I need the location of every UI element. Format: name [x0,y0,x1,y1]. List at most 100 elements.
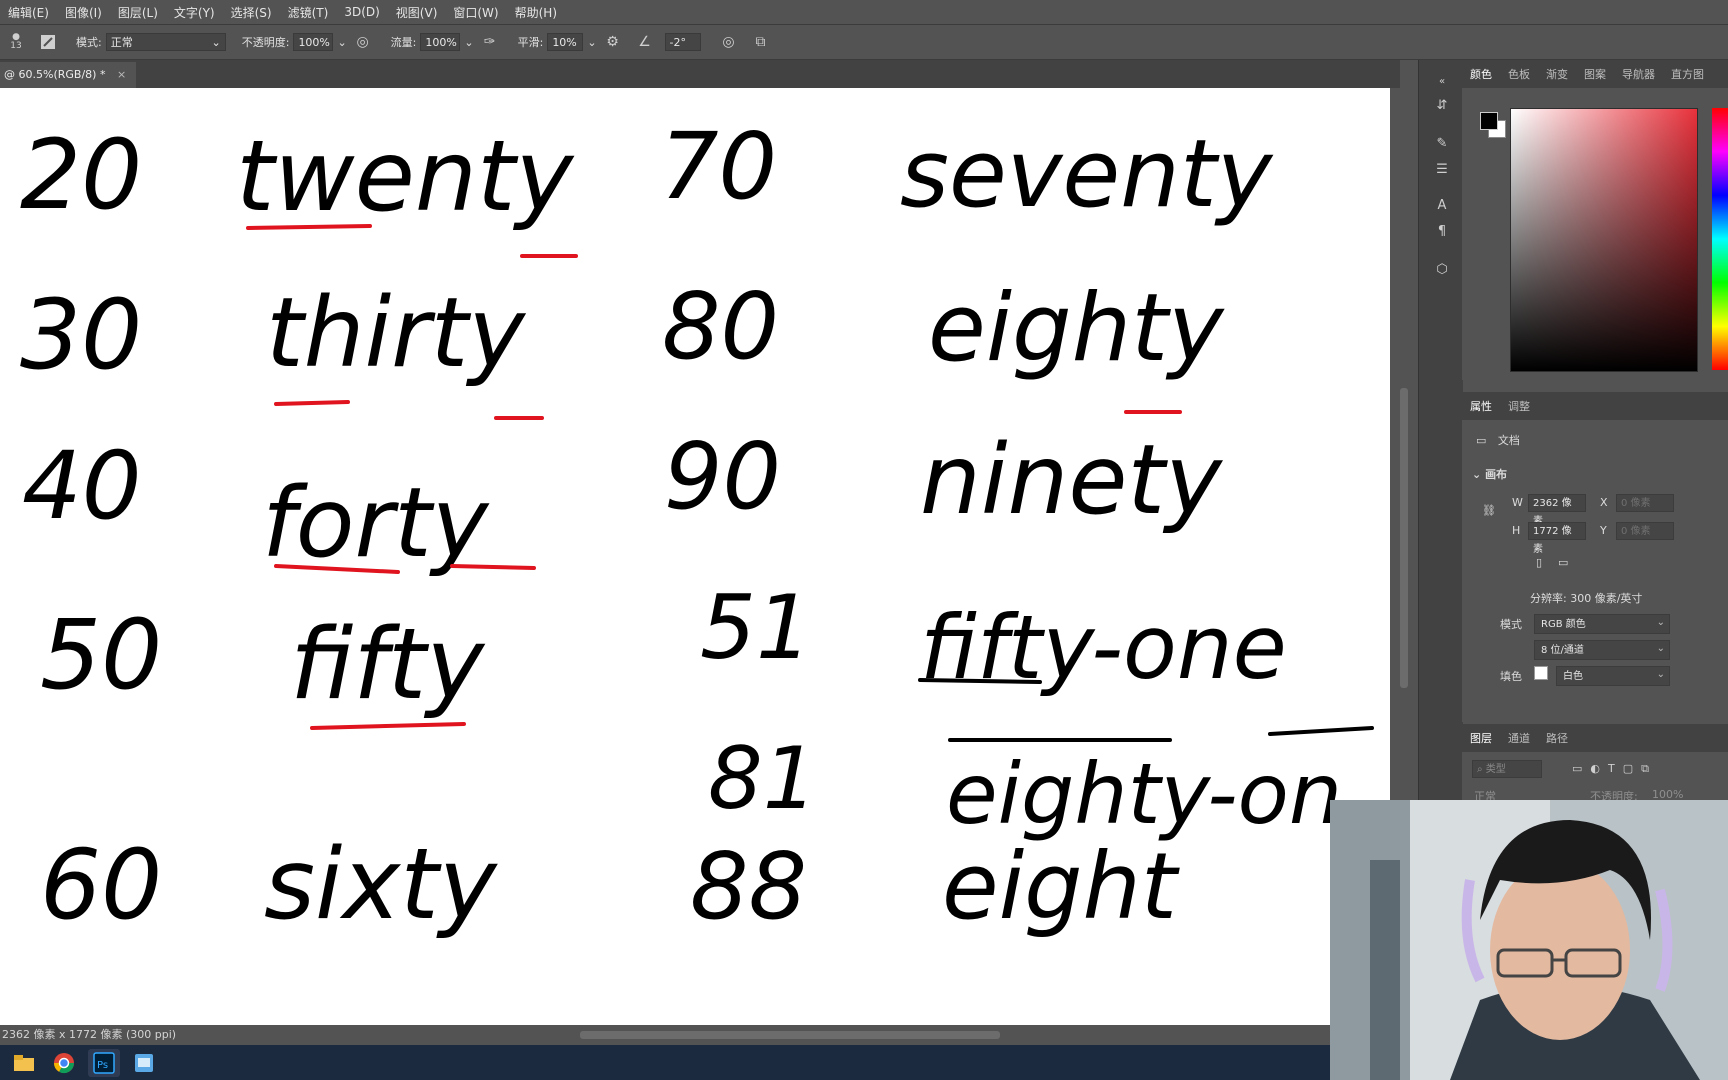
close-icon[interactable]: × [117,68,126,81]
fill-swatch[interactable] [1534,666,1548,680]
angle-input[interactable]: -2° [664,33,701,51]
options-bar: ● 13 模式: 正常 ⌄ 不透明度: 100% ⌄ ◎ 流量: 100% ⌄ … [0,25,1728,60]
height-label: H [1512,524,1521,537]
resolution-text: 分辨率: 300 像素/英寸 [1530,592,1643,605]
character-icon[interactable]: A [1431,194,1453,216]
tab-layers[interactable]: 图层 [1462,730,1500,746]
flow-input[interactable]: 100% [420,33,461,51]
canvas[interactable]: 20 twenty 70 seventy 30 thirty 80 eighty… [0,88,1390,1025]
history-icon[interactable]: ⇵ [1431,94,1453,116]
y-input[interactable]: 0 像素 [1616,522,1674,540]
canvas-area[interactable]: 20 twenty 70 seventy 30 thirty 80 eighty… [0,88,1390,1025]
mode-select[interactable]: 正常 ⌄ [105,33,226,51]
layer-filter-search[interactable]: ⌕ 类型 [1472,760,1542,778]
photoshop-icon[interactable]: Ps [88,1048,120,1077]
hw-word-ninety: ninety [920,424,1223,536]
smoothing-input[interactable]: 10% [547,33,584,51]
tab-navigator[interactable]: 导航器 [1614,66,1663,82]
app-icon[interactable] [128,1049,160,1077]
tab-adjustments[interactable]: 调整 [1500,398,1538,414]
collapse-panels-icon[interactable]: « [1431,70,1453,92]
tab-histogram[interactable]: 直方图 [1663,66,1712,82]
menu-view[interactable]: 视图(V) [388,4,446,21]
hw-word-eight: eight [942,833,1180,940]
document-info: 2362 像素 x 1772 像素 (300 ppi) [2,1028,177,1041]
menu-edit[interactable]: 编辑(E) [0,4,57,21]
adjust-sliders-icon[interactable]: ☰ [1431,158,1453,180]
airbrush-icon[interactable]: ✑ [480,32,500,52]
document-tab-bar: @ 60.5%(RGB/8) * × [0,60,1400,88]
foreground-color-swatch[interactable] [1480,112,1498,130]
opacity-label: 不透明度: [241,36,290,49]
tab-gradients[interactable]: 渐变 [1538,66,1576,82]
handwriting-layer: 20 twenty 70 seventy 30 thirty 80 eighty… [20,113,1374,942]
tab-color[interactable]: 颜色 [1462,66,1500,82]
windows-taskbar: Ps [0,1045,1330,1080]
document-row: ▭ 文档 [1476,432,1520,448]
chrome-icon[interactable] [48,1049,80,1077]
hw-num-20: 20 [20,119,142,231]
document-tab[interactable]: @ 60.5%(RGB/8) * × [0,62,137,88]
horizontal-scroll-thumb[interactable] [580,1031,1000,1039]
landscape-orientation-icon[interactable]: ▭ [1558,556,1568,569]
menu-select[interactable]: 选择(S) [223,4,280,21]
hw-word-eighty: eighty [928,274,1225,383]
menu-window[interactable]: 窗口(W) [445,4,506,21]
webcam-person-image [1330,800,1728,1080]
tab-patterns[interactable]: 图案 [1576,66,1614,82]
hw-word-forty: forty [262,467,490,579]
hw-num-40: 40 [22,432,142,541]
fill-select[interactable]: 白色 [1556,665,1670,686]
gear-icon[interactable]: ⚙ [603,32,623,52]
hw-word-seventy: seventy [900,120,1274,229]
tab-paths[interactable]: 路径 [1538,730,1576,746]
chevron-down-icon[interactable]: ⌄ [587,36,596,49]
document-title: @ 60.5%(RGB/8) * [4,68,106,81]
brush-panel-icon[interactable]: ✎ [1431,132,1453,154]
portrait-orientation-icon[interactable]: ▯ [1536,556,1542,569]
mode-label: 模式: [76,36,102,49]
3d-cube-icon[interactable]: ⬡ [1431,258,1453,280]
document-icon: ▭ [1476,434,1487,447]
tab-channels[interactable]: 通道 [1500,730,1538,746]
brush-preset-picker[interactable]: ● 13 [6,32,26,52]
menu-filter[interactable]: 滤镜(T) [280,4,337,21]
color-panel: 颜色 色板 渐变 图案 导航器 直方图 [1462,60,1728,380]
file-explorer-icon[interactable] [8,1049,40,1077]
link-icon[interactable]: ⛓ [1482,504,1496,517]
color-picker-field[interactable] [1510,108,1698,372]
brush-settings-icon[interactable] [38,32,58,52]
layers-panel: 图层 通道 路径 ⌕ 类型 ▭◐T▢⧉ 正常 不透明度: 100% [1462,724,1728,804]
canvas-section[interactable]: ⌄ 画布 [1472,466,1507,482]
chevron-down-icon: ⌄ [1472,468,1482,481]
pressure-size-icon[interactable]: ◎ [719,32,739,52]
width-input[interactable]: 2362 像素 [1528,494,1586,527]
opacity-input[interactable]: 100% [293,33,334,51]
tab-properties[interactable]: 属性 [1462,398,1500,414]
hw-word-fifty: fifty [290,608,486,722]
menu-image[interactable]: 图像(I) [57,4,110,21]
scroll-thumb[interactable] [1400,388,1408,688]
height-input[interactable]: 1772 像素 [1528,522,1586,555]
tab-swatches[interactable]: 色板 [1500,66,1538,82]
chevron-down-icon[interactable]: ⌄ [337,36,346,49]
paragraph-icon[interactable]: ¶ [1431,220,1453,242]
symmetry-icon[interactable]: ⧉ [751,32,771,52]
x-input[interactable]: 0 像素 [1616,494,1674,512]
bit-depth-select[interactable]: 8 位/通道 [1534,639,1670,660]
pressure-opacity-icon[interactable]: ◎ [353,32,373,52]
menu-help[interactable]: 帮助(H) [507,4,565,21]
hw-num-70: 70 [660,113,777,220]
hue-slider[interactable] [1712,108,1728,370]
menu-layer[interactable]: 图层(L) [110,4,166,21]
smoothing-value: 10% [552,36,577,49]
document-label: 文档 [1497,434,1520,447]
menu-3d[interactable]: 3D(D) [336,5,387,19]
flow-label: 流量: [390,36,417,49]
layer-filter-icons[interactable]: ▭◐T▢⧉ [1572,762,1657,776]
flow-value: 100% [425,36,457,49]
color-mode-select[interactable]: RGB 颜色 [1534,613,1670,634]
chevron-down-icon[interactable]: ⌄ [464,36,473,49]
menu-type[interactable]: 文字(Y) [166,4,223,21]
opacity-value: 100% [298,36,330,49]
